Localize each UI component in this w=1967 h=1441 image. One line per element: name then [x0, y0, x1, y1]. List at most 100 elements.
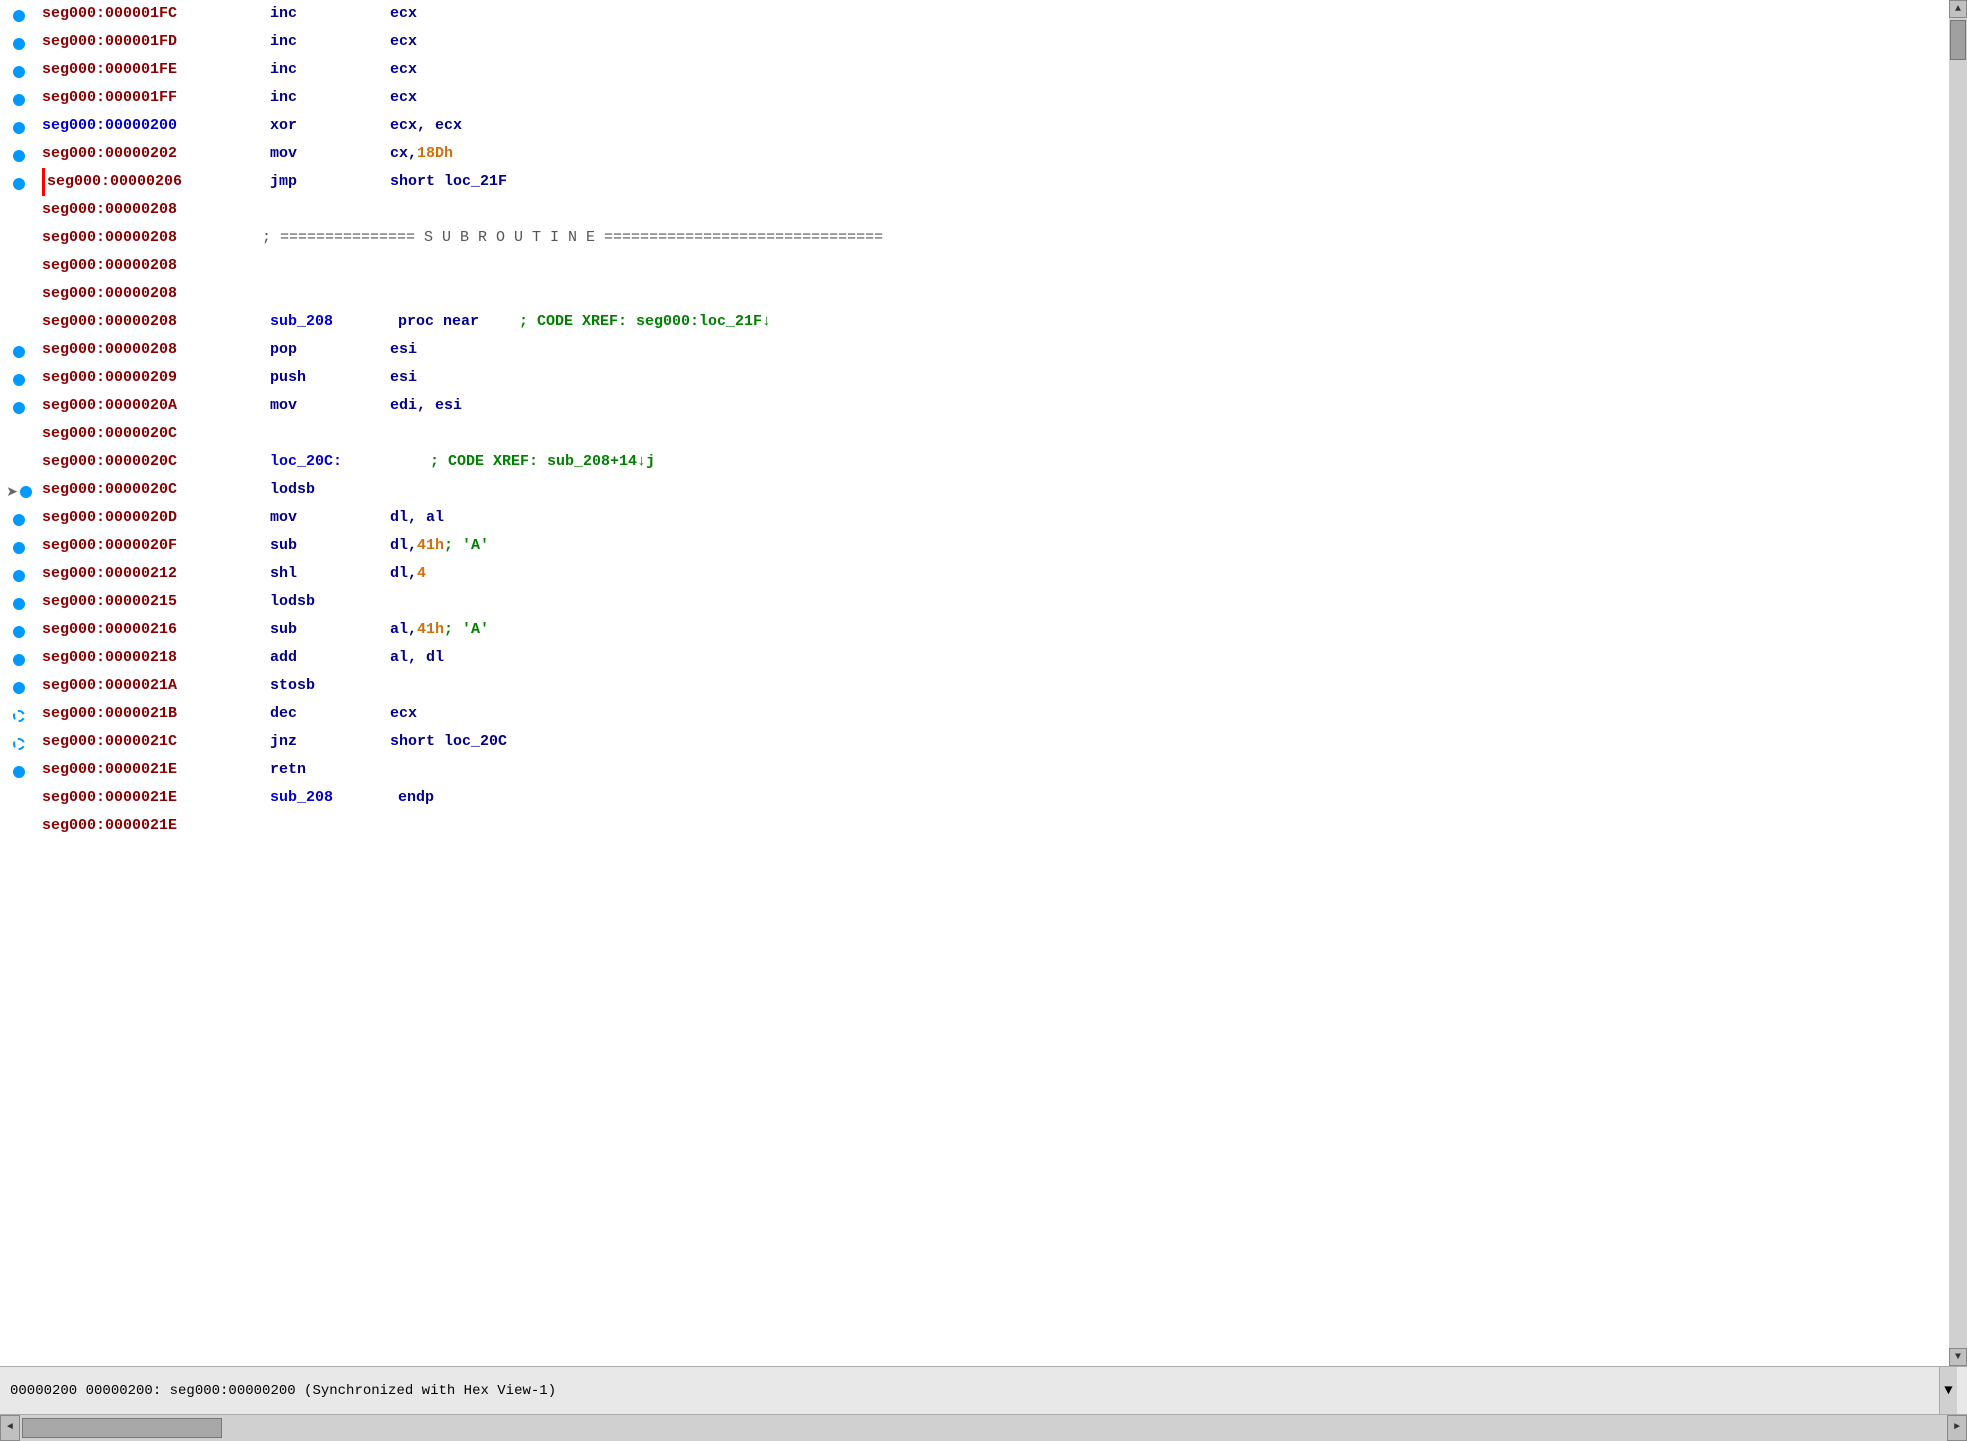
breakpoint-dot-dashed[interactable] — [13, 738, 25, 750]
code-line[interactable]: seg000:00000208popesi — [42, 336, 1949, 364]
breakpoint-dot[interactable] — [13, 346, 25, 358]
breakpoint-dot[interactable] — [13, 682, 25, 694]
breakpoint-dot[interactable] — [13, 122, 25, 134]
gutter-cell[interactable] — [0, 338, 38, 366]
code-line[interactable]: seg000:0000021Cjnzshort loc_20C — [42, 728, 1949, 756]
breakpoint-dot[interactable] — [13, 178, 25, 190]
mnemonic: retn — [270, 756, 390, 784]
code-line[interactable]: seg000:0000020Cloc_20C:; CODE XREF: sub_… — [42, 448, 1949, 476]
scroll-left-button[interactable]: ◄ — [0, 1415, 20, 1441]
code-line[interactable]: seg000:00000208; =============== S U B R… — [42, 224, 1949, 252]
code-line[interactable]: seg000:0000020Clodsb — [42, 476, 1949, 504]
breakpoint-dot[interactable] — [13, 374, 25, 386]
gutter-cell[interactable] — [0, 114, 38, 142]
breakpoint-dot[interactable] — [13, 766, 25, 778]
gutter-cell[interactable]: ➤ — [0, 478, 38, 506]
gutter-cell[interactable] — [0, 366, 38, 394]
scroll-down-button[interactable]: ▼ — [1949, 1348, 1967, 1366]
breakpoint-dot[interactable] — [13, 402, 25, 414]
breakpoint-dot[interactable] — [13, 66, 25, 78]
address: seg000:00000216 — [42, 616, 262, 644]
code-line[interactable]: seg000:0000021Esub_208endp — [42, 784, 1949, 812]
code-line[interactable]: seg000:000001FDincecx — [42, 28, 1949, 56]
gutter-cell[interactable] — [0, 86, 38, 114]
gutter-cell[interactable] — [0, 58, 38, 86]
mnemonic: lodsb — [270, 588, 390, 616]
code-line[interactable]: seg000:00000216subal, 41h ; 'A' — [42, 616, 1949, 644]
breakpoint-dot-dashed[interactable] — [13, 710, 25, 722]
code-line[interactable]: seg000:00000209pushesi — [42, 364, 1949, 392]
code-line[interactable]: seg000:00000206jmpshort loc_21F — [42, 168, 1949, 196]
breakpoint-dot[interactable] — [13, 10, 25, 22]
gutter-cell[interactable] — [0, 618, 38, 646]
code-line[interactable]: seg000:0000021Astosb — [42, 672, 1949, 700]
code-line[interactable]: seg000:00000200xorecx, ecx — [42, 112, 1949, 140]
gutter-cell[interactable] — [0, 30, 38, 58]
code-line[interactable]: seg000:0000020Dmovdl, al — [42, 504, 1949, 532]
gutter-cell[interactable] — [0, 254, 38, 282]
scroll-track[interactable] — [20, 1415, 1947, 1441]
gutter-cell[interactable] — [0, 562, 38, 590]
address: seg000:000001FC — [42, 0, 262, 28]
gutter-cell[interactable] — [0, 702, 38, 730]
address: seg000:000001FE — [42, 56, 262, 84]
gutter-cell[interactable] — [0, 282, 38, 310]
breakpoint-dot[interactable] — [13, 514, 25, 526]
code-line[interactable]: seg000:000001FFincecx — [42, 84, 1949, 112]
gutter-cell[interactable] — [0, 394, 38, 422]
code-line[interactable]: seg000:000001FEincecx — [42, 56, 1949, 84]
code-line[interactable]: seg000:00000212shldl, 4 — [42, 560, 1949, 588]
vertical-scrollbar[interactable]: ▲ ▼ — [1949, 0, 1967, 1366]
gutter-cell[interactable] — [0, 310, 38, 338]
scroll-up-button[interactable]: ▲ — [1949, 0, 1967, 18]
gutter-cell[interactable] — [0, 226, 38, 254]
mnemonic: lodsb — [270, 476, 390, 504]
code-line[interactable]: seg000:0000021E — [42, 812, 1949, 840]
code-line[interactable]: seg000:00000208 — [42, 196, 1949, 224]
code-line[interactable]: seg000:0000020Fsubdl, 41h ; 'A' — [42, 532, 1949, 560]
code-line[interactable]: seg000:0000020C — [42, 420, 1949, 448]
gutter-cell[interactable] — [0, 534, 38, 562]
gutter-cell[interactable] — [0, 170, 38, 198]
code-line[interactable]: seg000:0000020Amovedi, esi — [42, 392, 1949, 420]
scroll-thumb-h[interactable] — [22, 1418, 222, 1438]
breakpoint-dot[interactable] — [13, 150, 25, 162]
code-line[interactable]: seg000:0000021Bdececx — [42, 700, 1949, 728]
status-scroll-right[interactable]: ▼ — [1939, 1367, 1957, 1414]
scroll-thumb[interactable] — [1950, 20, 1966, 60]
code-line[interactable]: seg000:000001FCincecx — [42, 0, 1949, 28]
gutter-cell[interactable] — [0, 450, 38, 478]
breakpoint-dot[interactable] — [13, 598, 25, 610]
gutter-cell[interactable] — [0, 730, 38, 758]
gutter-cell[interactable] — [0, 422, 38, 450]
breakpoint-dot[interactable] — [13, 570, 25, 582]
breakpoint-dot[interactable] — [13, 542, 25, 554]
code-line[interactable]: seg000:00000202movcx, 18Dh — [42, 140, 1949, 168]
gutter-cell[interactable] — [0, 506, 38, 534]
code-line[interactable]: seg000:00000215lodsb — [42, 588, 1949, 616]
horizontal-scrollbar[interactable]: ◄ ► — [0, 1414, 1967, 1440]
scroll-right-button[interactable]: ► — [1947, 1415, 1967, 1441]
gutter-cell[interactable] — [0, 646, 38, 674]
address: seg000:00000208 — [42, 224, 262, 252]
code-line[interactable]: seg000:00000208 — [42, 280, 1949, 308]
breakpoint-dot[interactable] — [13, 626, 25, 638]
code-line[interactable]: seg000:00000208sub_208proc near; CODE XR… — [42, 308, 1949, 336]
operand: dl, al — [390, 504, 444, 532]
code-line[interactable]: seg000:0000021Eretn — [42, 756, 1949, 784]
gutter-cell[interactable] — [0, 142, 38, 170]
gutter-cell[interactable] — [0, 590, 38, 618]
breakpoint-dot[interactable] — [13, 38, 25, 50]
gutter-cell[interactable] — [0, 786, 38, 814]
mnemonic: sub — [270, 532, 390, 560]
gutter-cell[interactable] — [0, 2, 38, 30]
gutter-cell[interactable] — [0, 758, 38, 786]
code-line[interactable]: seg000:00000208 — [42, 252, 1949, 280]
breakpoint-dot[interactable] — [13, 94, 25, 106]
breakpoint-dot[interactable] — [13, 654, 25, 666]
code-line[interactable]: seg000:00000218addal, dl — [42, 644, 1949, 672]
breakpoint-dot[interactable] — [20, 486, 32, 498]
gutter-cell[interactable] — [0, 198, 38, 226]
gutter-cell[interactable] — [0, 814, 38, 842]
gutter-cell[interactable] — [0, 674, 38, 702]
